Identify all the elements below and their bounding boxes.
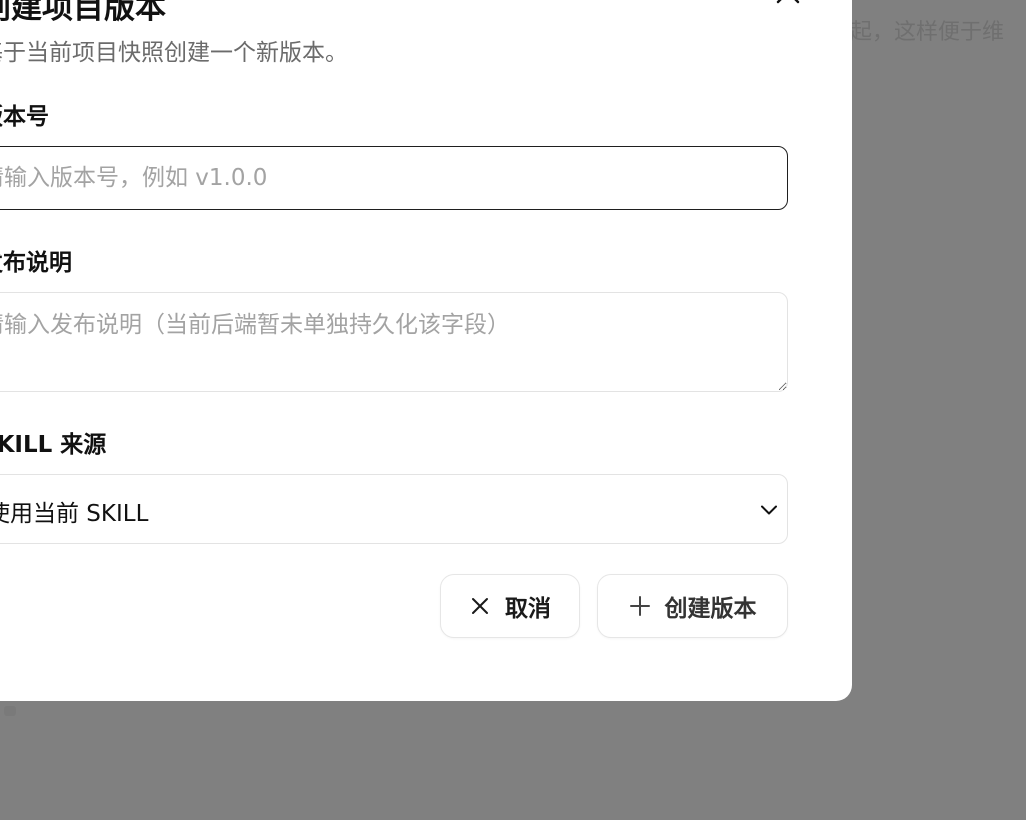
create-version-dialog: 创建项目版本 基于当前项目快照创建一个新版本。 版本号 发布说明 SKILL 来… xyxy=(0,0,852,701)
chevron-down-icon xyxy=(761,505,777,515)
cancel-button[interactable]: 取消 xyxy=(440,574,580,638)
skill-source-label: SKILL 来源 xyxy=(0,432,107,458)
skill-source-value: 使用当前 SKILL xyxy=(0,501,149,527)
skill-source-select[interactable]: 使用当前 SKILL xyxy=(0,474,788,544)
dialog-title: 创建项目版本 xyxy=(0,0,166,26)
version-input[interactable] xyxy=(0,146,788,210)
close-button[interactable] xyxy=(772,0,804,8)
backdrop-text: 起，这样便于维 xyxy=(850,20,1005,45)
cancel-button-label: 取消 xyxy=(505,596,551,622)
backdrop-element xyxy=(4,706,16,716)
dialog-subtitle: 基于当前项目快照创建一个新版本。 xyxy=(0,40,348,66)
version-label: 版本号 xyxy=(0,104,49,130)
close-icon xyxy=(776,0,800,4)
release-notes-textarea[interactable] xyxy=(0,292,788,392)
plus-icon xyxy=(629,596,650,616)
notes-label: 发布说明 xyxy=(0,250,72,276)
close-icon xyxy=(472,598,488,614)
create-version-button-label: 创建版本 xyxy=(664,596,757,622)
create-version-button[interactable]: 创建版本 xyxy=(597,574,788,638)
